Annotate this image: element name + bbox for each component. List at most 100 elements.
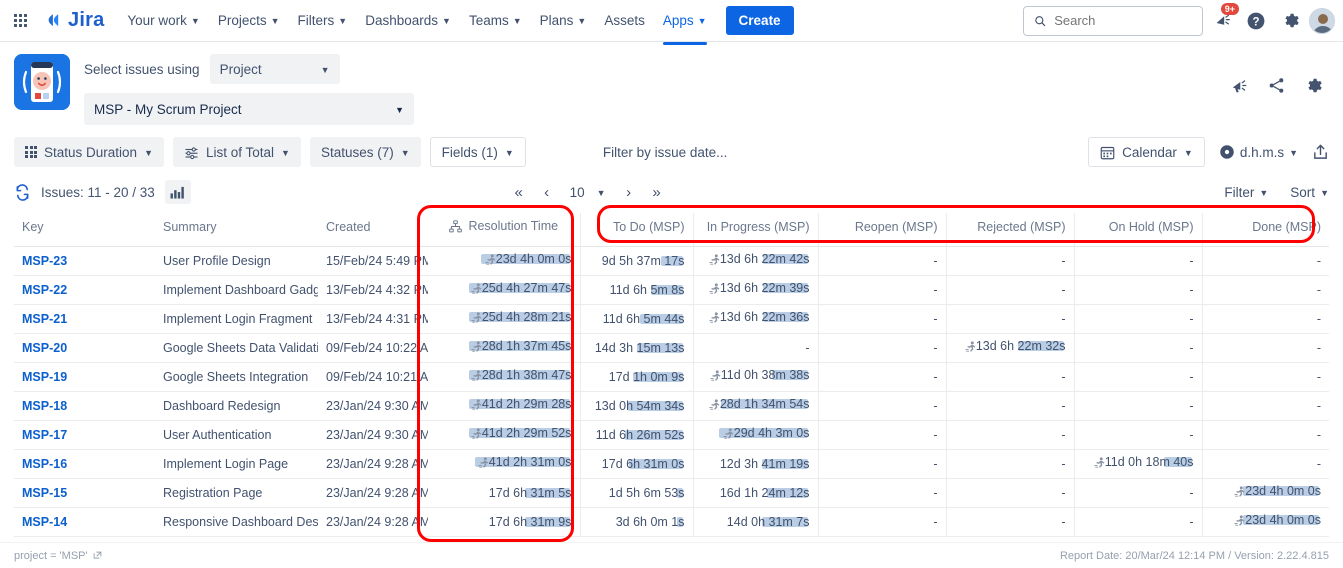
date-filter-input[interactable]: Filter by issue date... [603, 145, 728, 160]
table-row[interactable]: MSP-15 Registration Page 23/Jan/24 9:28 AM… [14, 478, 1329, 508]
page-size-select[interactable]: 10 ▼ [562, 179, 614, 205]
share-icon[interactable] [1267, 76, 1286, 95]
table-row[interactable]: MSP-23 User Profile Design 15/Feb/24 5:49 … [14, 246, 1329, 276]
notifications-button[interactable]: 9+ [1207, 2, 1239, 36]
cell-summary[interactable]: Dashboard Redesign [155, 391, 318, 421]
prev-page-button[interactable]: ‹ [534, 179, 560, 205]
nav-projects[interactable]: Projects ▼ [209, 7, 289, 34]
search-input[interactable] [1054, 13, 1192, 28]
time-in-status-app-icon [14, 54, 70, 110]
col-created[interactable]: Created [318, 213, 428, 247]
table-row[interactable]: MSP-18 Dashboard Redesign 23/Jan/24 9:30 A… [14, 391, 1329, 421]
cell-key[interactable]: MSP-21 [14, 304, 155, 334]
table-row[interactable]: MSP-19 Google Sheets Integration 09/Feb/24… [14, 362, 1329, 392]
cell-key[interactable]: MSP-14 [14, 507, 155, 537]
create-button[interactable]: Create [725, 6, 794, 35]
first-page-button[interactable]: « [506, 179, 532, 205]
jira-logo[interactable]: Jira [42, 9, 104, 32]
col-todo[interactable]: To Do (MSP) [579, 213, 693, 247]
runner-icon [709, 254, 720, 265]
avatar[interactable] [1309, 7, 1335, 34]
announcement-icon[interactable] [1230, 76, 1249, 95]
col-done[interactable]: Done (MSP) [1201, 213, 1329, 247]
statuses-button[interactable]: Statuses (7) ▼ [309, 137, 421, 167]
app-switcher-icon[interactable] [6, 7, 34, 35]
source-type-select[interactable]: Project ▼ [209, 54, 340, 84]
cell-summary[interactable]: User Profile Design [155, 246, 318, 276]
project-select[interactable]: MSP - My Scrum Project ▼ [84, 93, 414, 125]
col-resolution-time[interactable]: Resolution Time [428, 213, 580, 247]
nav-plans[interactable]: Plans ▼ [531, 7, 596, 34]
nav-dashboards[interactable]: Dashboards ▼ [356, 7, 460, 34]
table-row[interactable]: MSP-16 Implement Login Page 23/Jan/24 9:28… [14, 449, 1329, 479]
cell-key[interactable]: MSP-15 [14, 478, 155, 508]
next-page-button[interactable]: › [616, 179, 642, 205]
issue-key-link[interactable]: MSP-14 [22, 515, 67, 529]
table-row[interactable]: MSP-20 Google Sheets Data Validation 09/Fe… [14, 333, 1329, 363]
export-icon[interactable] [1312, 143, 1329, 161]
chart-toggle-button[interactable] [164, 180, 191, 204]
issue-key-link[interactable]: MSP-17 [22, 428, 67, 442]
jql-query-link[interactable]: project = 'MSP' [14, 550, 102, 562]
issue-key-link[interactable]: MSP-15 [22, 486, 67, 500]
duration-value: 17d 1h 0m 9s [609, 370, 685, 384]
issue-key-link[interactable]: MSP-20 [22, 341, 67, 355]
cell-summary[interactable]: Implement Login Fragment [155, 304, 318, 334]
col-inprogress[interactable]: In Progress (MSP) [692, 213, 818, 247]
issue-key-link[interactable]: MSP-18 [22, 399, 67, 413]
cell-summary[interactable]: Google Sheets Integration [155, 362, 318, 392]
col-key[interactable]: Key [14, 213, 155, 247]
issue-key-link[interactable]: MSP-21 [22, 312, 67, 326]
issue-key-link[interactable]: MSP-23 [22, 254, 67, 268]
cell-summary[interactable]: Responsive Dashboard Design [155, 507, 318, 537]
cell-summary[interactable]: User Authentication [155, 420, 318, 450]
nav-assets[interactable]: Assets [595, 7, 654, 34]
cell-todo: 11d 6h 5m 8s [579, 275, 693, 305]
nav-your-work[interactable]: Your work ▼ [118, 7, 208, 34]
cell-key[interactable]: MSP-18 [14, 391, 155, 421]
cell-key[interactable]: MSP-19 [14, 362, 155, 392]
calendar-button[interactable]: Calendar ▼ [1088, 137, 1205, 167]
cell-summary[interactable]: Implement Dashboard Gadget [155, 275, 318, 305]
table-row[interactable]: MSP-14 Responsive Dashboard Design23/Jan/… [14, 507, 1329, 537]
issue-key-link[interactable]: MSP-22 [22, 283, 67, 297]
issue-key-link[interactable]: MSP-19 [22, 370, 67, 384]
table-row[interactable]: MSP-21 Implement Login Fragment 13/Feb/24 … [14, 304, 1329, 334]
cell-onhold: - [1073, 333, 1202, 363]
cell-todo: 11d 6h 26m 52s [579, 420, 693, 450]
filter-button[interactable]: Filter ▼ [1224, 185, 1268, 200]
cell-summary[interactable]: Implement Login Page [155, 449, 318, 479]
cell-reopen: - [817, 478, 946, 508]
sort-button[interactable]: Sort ▼ [1290, 185, 1329, 200]
nav-filters[interactable]: Filters ▼ [289, 7, 357, 34]
gear-icon[interactable] [1304, 76, 1323, 95]
cell-key[interactable]: MSP-23 [14, 246, 155, 276]
nav-apps[interactable]: Apps ▼ [654, 7, 716, 45]
table-row[interactable]: MSP-22 Implement Dashboard Gadget 13/Feb/2… [14, 275, 1329, 305]
time-format-button[interactable]: d.h.m.s ▼ [1219, 144, 1298, 160]
cell-summary[interactable]: Registration Page [155, 478, 318, 508]
col-rejected[interactable]: Rejected (MSP) [945, 213, 1074, 247]
cell-key[interactable]: MSP-20 [14, 333, 155, 363]
cell-key[interactable]: MSP-16 [14, 449, 155, 479]
view-mode-button[interactable]: List of Total ▼ [172, 137, 301, 167]
col-summary[interactable]: Summary [155, 213, 318, 247]
table-row[interactable]: MSP-17 User Authentication 23/Jan/24 9:30 … [14, 420, 1329, 450]
nav-teams[interactable]: Teams ▼ [460, 7, 531, 34]
settings-button[interactable] [1275, 6, 1305, 36]
col-reopen[interactable]: Reopen (MSP) [817, 213, 946, 247]
report-type-button[interactable]: Status Duration ▼ [14, 137, 164, 167]
cell-done: - [1201, 391, 1329, 421]
last-page-button[interactable]: » [644, 179, 670, 205]
search-box[interactable] [1023, 5, 1203, 36]
cell-key[interactable]: MSP-22 [14, 275, 155, 305]
cell-key[interactable]: MSP-17 [14, 420, 155, 450]
fields-button[interactable]: Fields (1) ▼ [429, 137, 526, 167]
cell-summary[interactable]: Google Sheets Data Validation [155, 333, 318, 363]
runner-icon [1234, 515, 1245, 526]
col-onhold[interactable]: On Hold (MSP) [1073, 213, 1202, 247]
refresh-icon[interactable] [14, 183, 31, 201]
issue-key-link[interactable]: MSP-16 [22, 457, 67, 471]
cell-created: 23/Jan/24 9:30 AM [318, 391, 428, 421]
help-button[interactable]: ? [1241, 6, 1271, 36]
